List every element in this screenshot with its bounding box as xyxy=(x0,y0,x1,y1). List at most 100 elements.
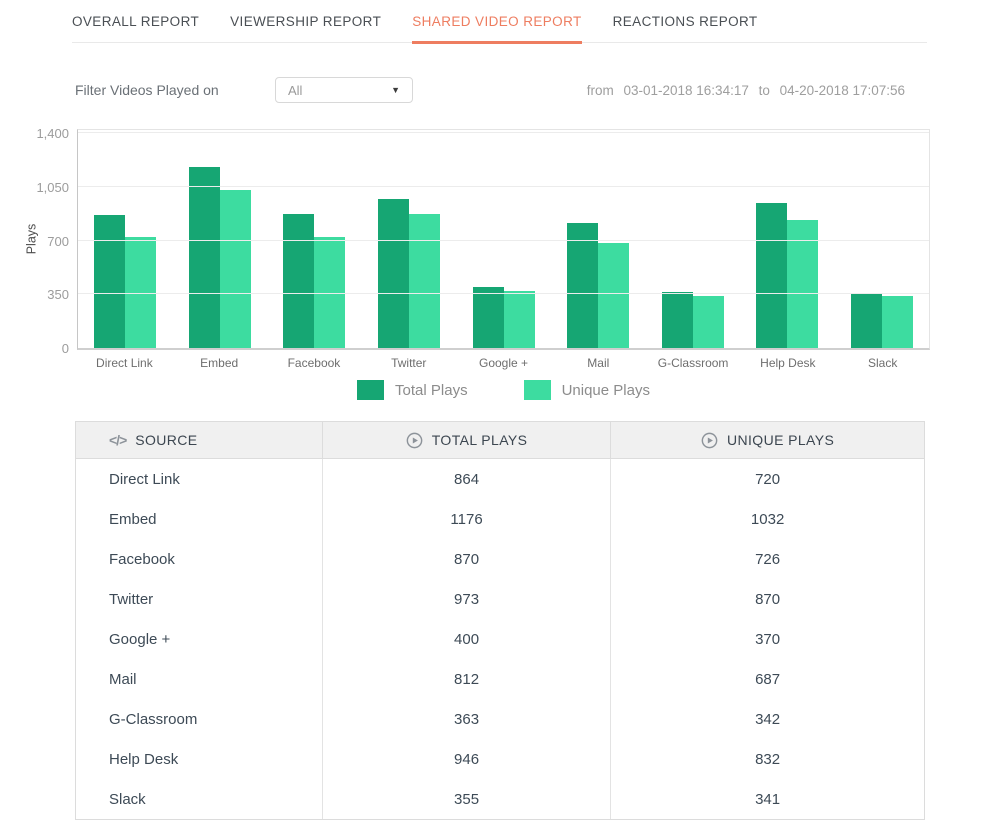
unique-plays-cell: 720 xyxy=(610,459,924,499)
date-from-label: from xyxy=(587,83,614,98)
bar-unique-plays[interactable] xyxy=(504,291,535,348)
shared-video-table: SOURCE TOTAL PLAYS UNIQUE PLAYS Direct L… xyxy=(75,421,925,820)
bar-total-plays[interactable] xyxy=(662,292,693,348)
legend-item-total-plays[interactable]: Total Plays xyxy=(357,380,468,400)
bar-unique-plays[interactable] xyxy=(220,190,251,349)
bar-total-plays[interactable] xyxy=(756,203,787,348)
gridline xyxy=(78,132,929,133)
shared-video-chart: Plays 03507001,0501,400 Direct LinkEmbed… xyxy=(77,129,930,400)
total-plays-cell: 400 xyxy=(322,619,610,659)
total-plays-swatch xyxy=(357,380,384,400)
x-axis-label: Mail xyxy=(551,356,646,370)
table-row: Direct Link 864 720 xyxy=(76,459,924,499)
source-cell: Facebook xyxy=(76,539,322,579)
column-header-label: TOTAL PLAYS xyxy=(432,432,528,448)
bar-group xyxy=(740,133,835,348)
code-icon xyxy=(109,432,126,448)
table-row: Facebook 870 726 xyxy=(76,539,924,579)
y-tick-label: 0 xyxy=(62,341,69,356)
bar-group xyxy=(835,133,930,348)
x-axis-label: Slack xyxy=(835,356,930,370)
bar-total-plays[interactable] xyxy=(283,214,314,348)
x-axis-label: Direct Link xyxy=(77,356,172,370)
bar-group xyxy=(267,133,362,348)
bar-total-plays[interactable] xyxy=(378,199,409,348)
date-to-value: 04-20-2018 17:07:56 xyxy=(780,83,905,98)
legend-item-unique-plays[interactable]: Unique Plays xyxy=(524,380,650,400)
bar-group xyxy=(551,133,646,348)
unique-plays-cell: 832 xyxy=(610,739,924,779)
table-row: Twitter 973 870 xyxy=(76,579,924,619)
date-to-label: to xyxy=(759,83,770,98)
y-tick-label: 1,400 xyxy=(36,126,69,141)
unique-plays-cell: 341 xyxy=(610,779,924,819)
source-cell: Twitter xyxy=(76,579,322,619)
tab-reactions-report[interactable]: REACTIONS REPORT xyxy=(613,14,758,42)
source-cell: Embed xyxy=(76,499,322,539)
x-axis-label: Help Desk xyxy=(740,356,835,370)
bar-group xyxy=(173,133,268,348)
x-axis-label: Google + xyxy=(456,356,551,370)
bar-total-plays[interactable] xyxy=(567,223,598,348)
bar-total-plays[interactable] xyxy=(851,294,882,349)
bar-group xyxy=(362,133,457,348)
legend-label: Unique Plays xyxy=(562,382,650,399)
total-plays-cell: 864 xyxy=(322,459,610,499)
bar-total-plays[interactable] xyxy=(94,215,125,348)
source-cell: Slack xyxy=(76,779,322,819)
table-header: SOURCE TOTAL PLAYS UNIQUE PLAYS xyxy=(76,422,924,459)
unique-plays-cell: 726 xyxy=(610,539,924,579)
table-row: Google + 400 370 xyxy=(76,619,924,659)
tab-overall-report[interactable]: OVERALL REPORT xyxy=(72,14,199,42)
legend-label: Total Plays xyxy=(395,382,468,399)
bar-group xyxy=(456,133,551,348)
bar-unique-plays[interactable] xyxy=(314,237,345,349)
bar-total-plays[interactable] xyxy=(189,167,220,348)
y-tick-label: 350 xyxy=(47,287,69,302)
tab-viewership-report[interactable]: VIEWERSHIP REPORT xyxy=(230,14,381,42)
bar-unique-plays[interactable] xyxy=(598,243,629,349)
table-row: Mail 812 687 xyxy=(76,659,924,699)
table-row: Embed 1176 1032 xyxy=(76,499,924,539)
total-plays-cell: 355 xyxy=(322,779,610,819)
source-cell: Mail xyxy=(76,659,322,699)
filter-row: Filter Videos Played on All ▼ from 03-01… xyxy=(75,77,905,103)
column-header-label: UNIQUE PLAYS xyxy=(727,432,834,448)
played-on-dropdown[interactable]: All ▼ xyxy=(275,77,413,103)
table-row: Help Desk 946 832 xyxy=(76,739,924,779)
gridline xyxy=(78,186,929,187)
total-plays-cell: 812 xyxy=(322,659,610,699)
gridline xyxy=(78,240,929,241)
column-header-total-plays: TOTAL PLAYS xyxy=(322,422,610,458)
bar-group xyxy=(645,133,740,348)
bar-unique-plays[interactable] xyxy=(882,296,913,348)
column-header-unique-plays: UNIQUE PLAYS xyxy=(610,422,924,458)
total-plays-cell: 946 xyxy=(322,739,610,779)
y-axis-title: Plays xyxy=(24,224,38,255)
total-plays-cell: 973 xyxy=(322,579,610,619)
table-body: Direct Link 864 720 Embed 1176 1032 Face… xyxy=(76,459,924,819)
column-header-source: SOURCE xyxy=(76,422,322,458)
bar-unique-plays[interactable] xyxy=(693,296,724,349)
unique-plays-cell: 687 xyxy=(610,659,924,699)
bar-groups xyxy=(78,133,929,348)
date-from-value: 03-01-2018 16:34:17 xyxy=(623,83,748,98)
unique-plays-swatch xyxy=(524,380,551,400)
chart-legend: Total Plays Unique Plays xyxy=(77,380,930,400)
source-cell: G-Classroom xyxy=(76,699,322,739)
source-cell: Direct Link xyxy=(76,459,322,499)
dropdown-selected-value: All xyxy=(288,83,302,98)
x-axis-label: Embed xyxy=(172,356,267,370)
play-circle-icon xyxy=(406,432,423,449)
report-tabs: OVERALL REPORT VIEWERSHIP REPORT SHARED VI… xyxy=(72,0,927,43)
table-row: Slack 355 341 xyxy=(76,779,924,819)
gridline xyxy=(78,293,929,294)
filter-label: Filter Videos Played on xyxy=(75,82,275,98)
tab-shared-video-report[interactable]: SHARED VIDEO REPORT xyxy=(412,14,581,44)
chevron-down-icon: ▼ xyxy=(391,86,400,95)
y-tick-label: 700 xyxy=(47,234,69,249)
bar-unique-plays[interactable] xyxy=(409,214,440,348)
bar-total-plays[interactable] xyxy=(473,287,504,348)
unique-plays-cell: 342 xyxy=(610,699,924,739)
unique-plays-cell: 1032 xyxy=(610,499,924,539)
